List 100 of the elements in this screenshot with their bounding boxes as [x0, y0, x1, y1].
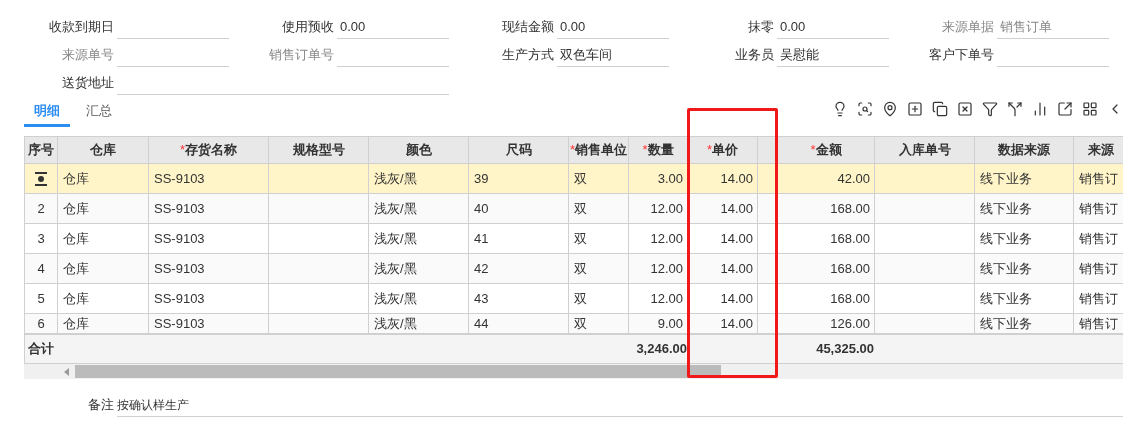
- total-value: 3,246.00: [635, 340, 687, 359]
- table-cell: 40: [468, 193, 569, 224]
- table-cell: 6: [24, 313, 58, 334]
- field-label: 销售订单号: [268, 46, 335, 65]
- table-cell: 44: [468, 313, 569, 334]
- table-cell: SS-9103: [148, 313, 269, 334]
- table-row[interactable]: 仓库 SS-9103 浅灰/黑 39 双 3.00 14.00 42.00 线下业务 销售订: [24, 163, 1123, 194]
- column-header: 尺码: [468, 136, 569, 164]
- table-cell: 168.00: [777, 193, 875, 224]
- table-cell: 14.00: [687, 163, 758, 194]
- field-label: 抹零: [747, 18, 775, 37]
- column-header: *金额: [777, 136, 875, 164]
- table-cell: 仓库: [57, 163, 149, 194]
- table-cell: 4: [24, 253, 58, 284]
- input-field[interactable]: 双色车间: [557, 43, 669, 67]
- table-cell: 43: [468, 283, 569, 314]
- square-plus-icon[interactable]: [907, 101, 923, 117]
- column-header: 颜色: [368, 136, 469, 164]
- table-cell: 168.00: [777, 253, 875, 284]
- table-cell: 线下业务: [974, 253, 1074, 284]
- table-cell: 14.00: [687, 283, 758, 314]
- column-header: *存货名称: [148, 136, 269, 164]
- table-cell: 双: [568, 313, 629, 334]
- field-label: 现结金额: [501, 18, 555, 37]
- input-field[interactable]: 0.00: [337, 15, 449, 39]
- table-cell: SS-9103: [148, 163, 269, 194]
- table-row[interactable]: 6 仓库 SS-9103 浅灰/黑 44 双 9.00 14.00 126.00 线下业务 销售订: [24, 313, 1123, 334]
- table-cell: 39: [468, 163, 569, 194]
- table-cell: 仓库: [57, 223, 149, 254]
- table-cell: 双: [568, 163, 629, 194]
- table-cell: 仓库: [57, 253, 149, 284]
- filter-icon[interactable]: [982, 101, 998, 117]
- table-cell: 线下业务: [974, 223, 1074, 254]
- column-header: *销售单位: [568, 136, 629, 164]
- table-cell: 5: [24, 283, 58, 314]
- bar-chart-icon[interactable]: [1032, 101, 1048, 117]
- copy-icon[interactable]: [932, 101, 948, 117]
- table-cell: 14.00: [687, 253, 758, 284]
- horizontal-scrollbar[interactable]: [24, 364, 1123, 379]
- input-field[interactable]: 0.00: [557, 15, 669, 39]
- input-field[interactable]: 按确认样生产: [117, 393, 1123, 417]
- field-label: 备注: [87, 396, 115, 415]
- table-cell: 线下业务: [974, 163, 1074, 194]
- input-field[interactable]: 吴慰能: [777, 43, 889, 67]
- table-cell: 浅灰/黑: [368, 313, 469, 334]
- table-cell: 仓库: [57, 193, 149, 224]
- table-cell: SS-9103: [148, 193, 269, 224]
- column-header: 入库单号: [874, 136, 975, 164]
- table-cell: 双: [568, 283, 629, 314]
- table-cell: 14.00: [687, 313, 758, 334]
- column-header: 数据来源: [974, 136, 1074, 164]
- table-cell: 浅灰/黑: [368, 193, 469, 224]
- table-cell: 168.00: [777, 223, 875, 254]
- column-header: 序号: [24, 136, 58, 164]
- table-cell: 浅灰/黑: [368, 253, 469, 284]
- total-label: 合计: [27, 340, 54, 359]
- table-cell: SS-9103: [148, 283, 269, 314]
- table-row[interactable]: 4 仓库 SS-9103 浅灰/黑 42 双 12.00 14.00 168.00 线下业务 销售订: [24, 253, 1123, 284]
- field-label: 使用预收: [281, 18, 335, 37]
- table-cell: 42: [468, 253, 569, 284]
- scan-icon[interactable]: [857, 101, 873, 117]
- tab[interactable]: 汇总: [76, 97, 122, 127]
- table-cell: 线下业务: [974, 193, 1074, 224]
- square-x-icon[interactable]: [957, 101, 973, 117]
- lightbulb-icon[interactable]: [832, 101, 848, 117]
- split-icon[interactable]: [1007, 101, 1023, 117]
- table-row[interactable]: 3 仓库 SS-9103 浅灰/黑 41 双 12.00 14.00 168.00 线下业务 销售订: [24, 223, 1123, 254]
- table-cell: 2: [24, 193, 58, 224]
- column-header: *数量: [628, 136, 688, 164]
- table-cell: 14.00: [687, 223, 758, 254]
- table-cell: 双: [568, 253, 629, 284]
- table-cell: 仓库: [57, 313, 149, 334]
- table-cell: SS-9103: [148, 253, 269, 284]
- table-row[interactable]: 5 仓库 SS-9103 浅灰/黑 43 双 12.00 14.00 168.00 线下业务 销售订: [24, 283, 1123, 314]
- table-cell: 3: [24, 223, 58, 254]
- column-header: 仓库: [57, 136, 149, 164]
- field-label: 业务员: [734, 46, 775, 65]
- table-cell: 41: [468, 223, 569, 254]
- row-settings-icon[interactable]: [34, 172, 48, 187]
- table-cell: 线下业务: [974, 283, 1074, 314]
- field-label: 客户下单号: [928, 46, 995, 65]
- map-pin-icon[interactable]: [882, 101, 898, 117]
- column-header: 来源: [1073, 136, 1123, 164]
- input-field[interactable]: 0.00: [777, 15, 889, 39]
- table-cell: 14.00: [687, 193, 758, 224]
- table-cell: SS-9103: [148, 223, 269, 254]
- grid-icon[interactable]: [1082, 101, 1098, 117]
- total-value: 45,325.00: [815, 340, 874, 359]
- field-label: 收款到期日: [48, 18, 115, 37]
- export-icon[interactable]: [1057, 101, 1073, 117]
- table-cell: 168.00: [777, 283, 875, 314]
- table-cell: 线下业务: [974, 313, 1074, 334]
- scrollbar-thumb[interactable]: [75, 365, 721, 378]
- field-label: 来源单据: [941, 18, 995, 37]
- table-row[interactable]: 2 仓库 SS-9103 浅灰/黑 40 双 12.00 14.00 168.00 线下业务 销售订: [24, 193, 1123, 224]
- field-label: 来源单号: [61, 46, 115, 65]
- field-label: 送货地址: [61, 74, 115, 93]
- table-cell: 浅灰/黑: [368, 223, 469, 254]
- column-header: 规格型号: [268, 136, 369, 164]
- table-cell: 双: [568, 193, 629, 224]
